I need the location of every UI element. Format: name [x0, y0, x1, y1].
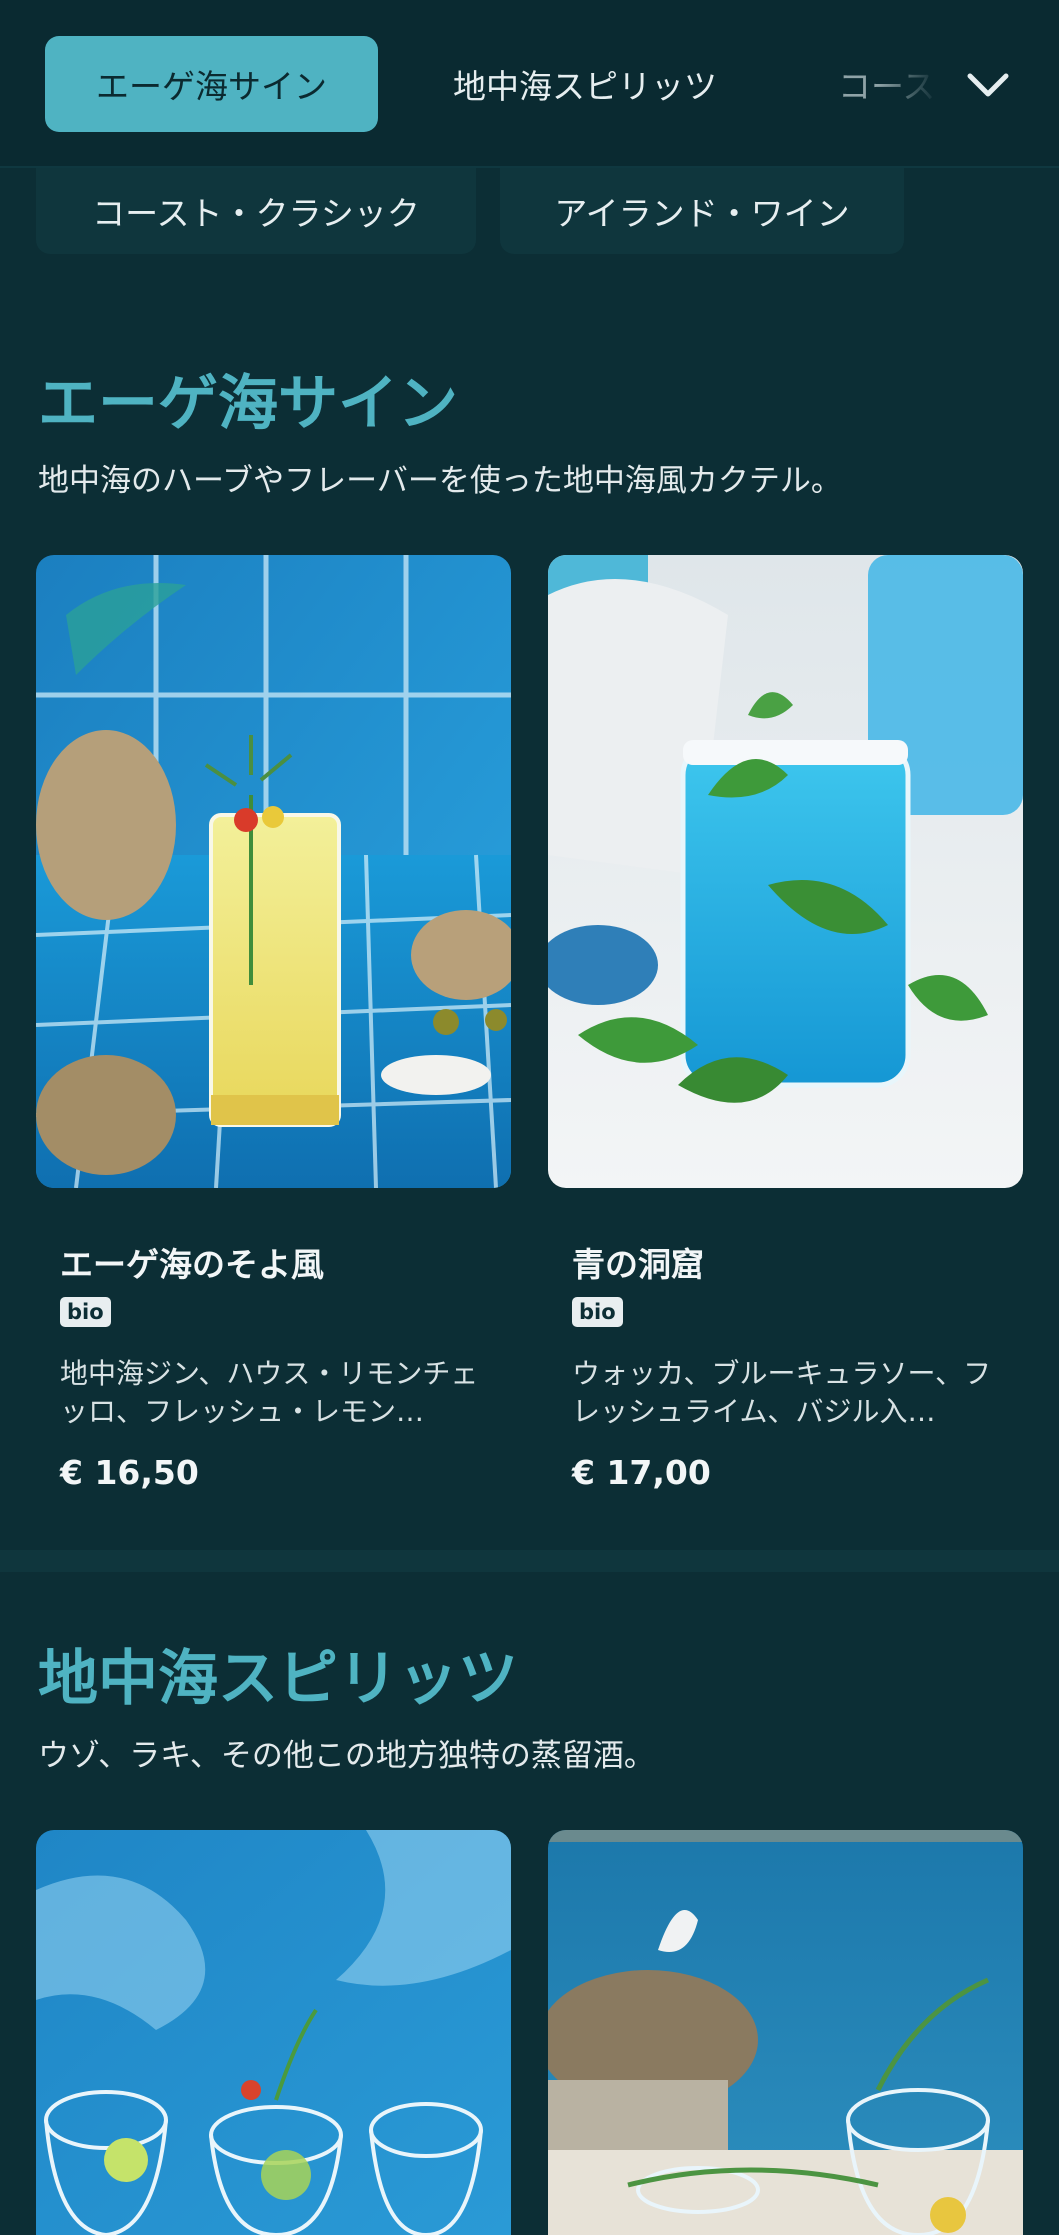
section-title: 地中海スピリッツ: [38, 1644, 518, 1714]
tab-fade: [878, 36, 938, 132]
bio-badge: bio: [60, 1297, 111, 1327]
item-price: € 16,50: [60, 1453, 199, 1492]
tab-aegean-signature[interactable]: エーゲ海サイン: [45, 36, 378, 132]
category-nav: エーゲ海サイン 地中海スピリッツ コース: [0, 0, 1059, 168]
section-description: 地中海のハーブやフレーバーを使った地中海風カクテル。: [38, 463, 842, 499]
chevron-down-icon[interactable]: [960, 56, 1016, 112]
tab-coast-classic[interactable]: コースト・クラシック: [36, 168, 476, 254]
bio-badge: bio: [572, 1297, 623, 1327]
spirits-photo-2[interactable]: [548, 1830, 1023, 2235]
item-description: ウォッカ、ブルーキュラソー、フレッシュライム、バジル入…: [572, 1357, 992, 1428]
category-subtabs: コースト・クラシック アイランド・ワイン: [0, 168, 1059, 258]
item-name[interactable]: エーゲ海のそよ風: [60, 1238, 324, 1286]
spirits-photo-1[interactable]: [36, 1830, 511, 2235]
item-price: € 17,00: [572, 1453, 711, 1492]
section-divider: [0, 1550, 1059, 1572]
tab-coast-truncated[interactable]: コース: [838, 36, 938, 132]
tab-mediterranean-spirits[interactable]: 地中海スピリッツ: [430, 36, 740, 132]
section-description: ウゾ、ラキ、その他この地方独特の蒸留酒。: [38, 1738, 655, 1774]
tab-island-wine[interactable]: アイランド・ワイン: [500, 168, 904, 254]
cocktail-photo-aegean-breeze[interactable]: [36, 555, 511, 1188]
section-title: エーゲ海サイン: [38, 369, 458, 439]
item-description: 地中海ジン、ハウス・リモンチェッロ、フレッシュ・レモン…: [60, 1357, 479, 1428]
cocktail-photo-blue-grotto[interactable]: [548, 555, 1023, 1188]
item-name[interactable]: 青の洞窟: [572, 1238, 704, 1286]
